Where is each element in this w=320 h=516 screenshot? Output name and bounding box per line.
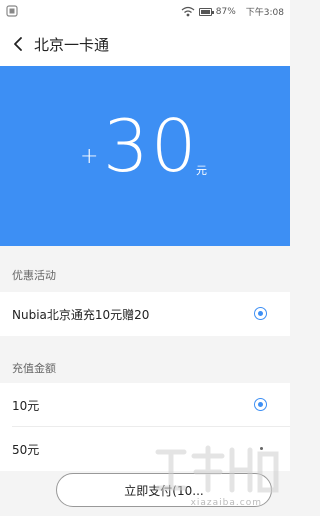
recharge-radio-10[interactable] — [254, 398, 267, 411]
amount-unit: 元 — [196, 164, 207, 177]
amount-value: 30 — [103, 104, 199, 188]
recharge-option-50[interactable]: 50元 — [0, 427, 290, 471]
recharge-option-label: 50元 — [12, 442, 40, 457]
promotion-label: Nubia北京通充10元赠20 — [12, 307, 150, 322]
recharge-radio-50[interactable] — [260, 447, 263, 450]
wifi-icon — [181, 6, 195, 17]
battery-percent: 87% — [215, 6, 236, 17]
promotions-header: 优惠活动 — [0, 253, 290, 297]
notification-icon — [6, 5, 18, 17]
recharge-option-label: 10元 — [12, 398, 40, 413]
chevron-left-icon — [14, 37, 22, 51]
recharge-option-10[interactable]: 10元 — [0, 383, 290, 427]
promotion-radio[interactable] — [254, 307, 267, 320]
watermark-text: xiazaiba.com — [190, 498, 262, 508]
amount-plus-sign: + — [80, 144, 99, 169]
status-bar: 87% 下午3:08 — [0, 0, 290, 22]
clock: 下午3:08 — [245, 8, 284, 18]
promotion-item[interactable]: Nubia北京通充10元赠20 — [0, 292, 290, 336]
back-button[interactable] — [4, 22, 32, 66]
app-bar: 北京一卡通 — [0, 22, 290, 66]
amount-panel: + 30 元 — [0, 66, 290, 246]
page-title: 北京一卡通 — [34, 35, 110, 54]
battery-icon — [198, 7, 214, 16]
